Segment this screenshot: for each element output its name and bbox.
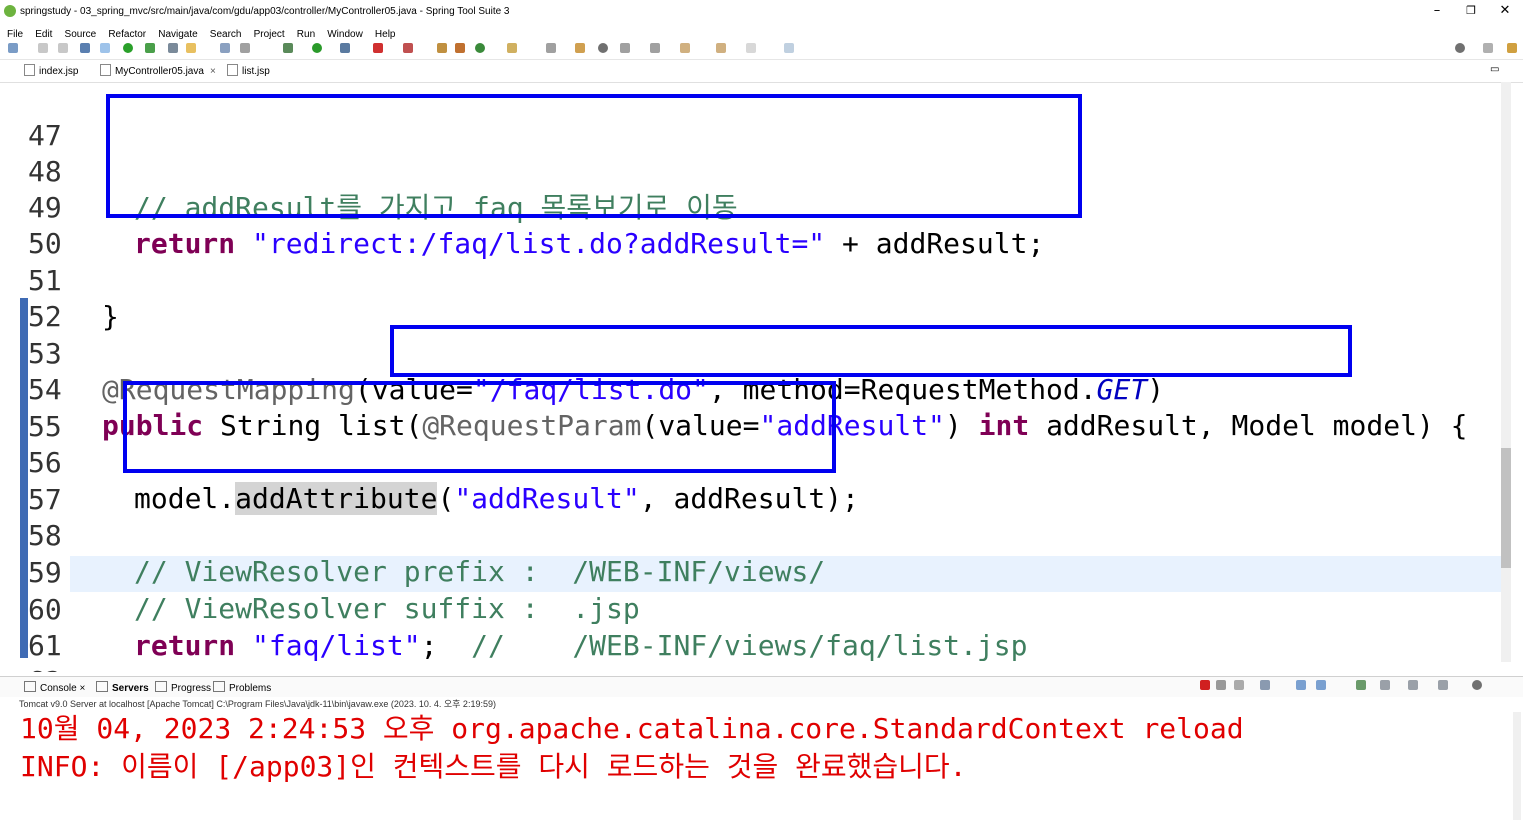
clear-console-icon[interactable] [1260,680,1270,690]
tab-label: list.jsp [242,66,270,77]
window-title: springstudy - 03_spring_mvc/src/main/jav… [20,6,510,17]
marker-icon[interactable] [598,43,608,53]
outline-icon[interactable] [240,43,250,53]
code-line: 62 } [0,628,1500,672]
pen-icon[interactable] [546,43,556,53]
terminate-icon[interactable] [1200,680,1210,690]
console-process-info: Tomcat v9.0 Server at localhost [Apache … [19,699,496,709]
code-line: 58 // ViewResolver prefix : /WEB-INF/vie… [0,482,1500,588]
external-tools-icon[interactable] [403,43,413,53]
menu-bar: File Edit Source Refactor Navigate Searc… [0,22,1523,40]
java-file-icon [100,64,111,76]
tab-problems[interactable]: Problems [213,681,271,694]
jsp-file-icon [227,64,238,76]
code-line: 59 // ViewResolver suffix : .jsp [0,519,1500,625]
tab-label: MyController05.java [115,66,204,77]
servers-icon [96,681,108,692]
save-icon[interactable] [38,43,48,53]
minimize-button[interactable]: – [1422,2,1452,20]
display-console-icon[interactable] [1380,680,1390,690]
new-icon[interactable] [8,43,18,53]
tab-index-jsp[interactable]: index.jsp [24,64,78,77]
remove-launch-icon[interactable] [1216,680,1226,690]
coverage-icon[interactable] [340,43,350,53]
last-edit-icon[interactable] [680,43,690,53]
highlight-box-addattribute [123,381,836,473]
spring-logo-icon [4,5,16,17]
code-line: 52 [0,263,1500,333]
editor-scrollbar-thumb[interactable] [1501,448,1511,568]
settings-gear-icon[interactable] [1472,680,1482,690]
open-console-icon[interactable] [1408,680,1418,690]
minimize-editor-icon[interactable]: ▭ [1490,64,1499,75]
open-folder-icon[interactable] [507,43,517,53]
console-icon [24,681,36,692]
jsp-file-icon [24,64,35,76]
search-icon[interactable] [168,43,178,53]
prev-annotation-icon[interactable] [650,43,660,53]
progress-icon [155,681,167,692]
maximize-button[interactable]: ❐ [1456,2,1486,20]
console-scrollbar[interactable] [1513,712,1521,820]
console-icon[interactable] [80,43,90,53]
code-line: 61 [0,592,1500,662]
perspective-icon[interactable] [1483,43,1493,53]
tab-mycontroller05-java[interactable]: MyController05.java × [100,64,216,77]
debug-icon[interactable] [283,43,293,53]
editor-tab-bar: index.jsp MyController05.java × list.jsp … [0,60,1523,83]
title-bar: springstudy - 03_spring_mvc/src/main/jav… [0,0,1523,24]
line-number: 62 [28,664,88,672]
tab-close-icon[interactable]: × [210,66,216,77]
close-button[interactable]: ✕ [1490,2,1520,20]
pin-icon[interactable] [784,43,794,53]
tab-console[interactable]: Console × [24,681,85,694]
highlight-box-redirect [106,94,1082,218]
open-type-icon[interactable] [220,43,230,53]
code-line: 51 } [0,227,1500,333]
refresh-icon[interactable] [145,43,155,53]
tab-list-jsp[interactable]: list.jsp [227,64,270,77]
back-icon[interactable] [716,43,726,53]
quick-access-search-icon[interactable] [1455,43,1465,53]
run-icon[interactable] [312,43,322,53]
forward-icon[interactable] [746,43,756,53]
tab-close-icon[interactable]: × [79,683,85,694]
java-perspective-icon[interactable] [1507,43,1517,53]
console-line: INFO: 이름이 [/app03]인 컨텍스트를 다시 로드하는 것을 완료했… [20,750,967,783]
editor-scrollbar[interactable] [1501,82,1511,662]
view-menu-icon[interactable] [1438,680,1448,690]
highlight-box-requestparam [390,325,1352,377]
new-class-icon[interactable] [455,43,465,53]
code-line: 60 return "faq/list"; // /WEB-INF/views/… [0,556,1500,662]
tab-label: Problems [229,683,272,694]
tab-label: Progress [171,683,212,694]
tab-label: index.jsp [39,66,79,77]
word-wrap-icon[interactable] [1316,680,1326,690]
pin-console-icon[interactable] [1356,680,1366,690]
save-all-icon[interactable] [58,43,68,53]
problems-icon [213,681,225,692]
tab-label: Servers [112,683,149,694]
tab-progress[interactable]: Progress [155,681,211,694]
edit-icon[interactable] [186,43,196,53]
scroll-lock-icon[interactable] [1296,680,1306,690]
remove-all-icon[interactable] [1234,680,1244,690]
main-toolbar [0,39,1523,60]
console-line: 10월 04, 2023 2:24:53 오후 org.apache.catal… [20,712,1244,745]
tab-label: Console [40,683,77,694]
open-task-icon[interactable] [575,43,585,53]
code-editor[interactable]: 47 48 // addResult를 가지고 faq 목록보기로 이동 49 … [0,82,1523,672]
tab-servers[interactable]: Servers [96,681,149,694]
server-start-icon[interactable] [123,43,133,53]
next-annotation-icon[interactable] [620,43,630,53]
console-output[interactable]: 10월 04, 2023 2:24:53 오후 org.apache.catal… [20,710,1244,786]
toggle-icon[interactable] [100,43,110,53]
stop-icon[interactable] [373,43,383,53]
new-package-icon[interactable] [437,43,447,53]
new-wizard-icon[interactable] [475,43,485,53]
console-tab-bar: Console × Servers Progress Problems [0,676,1523,697]
